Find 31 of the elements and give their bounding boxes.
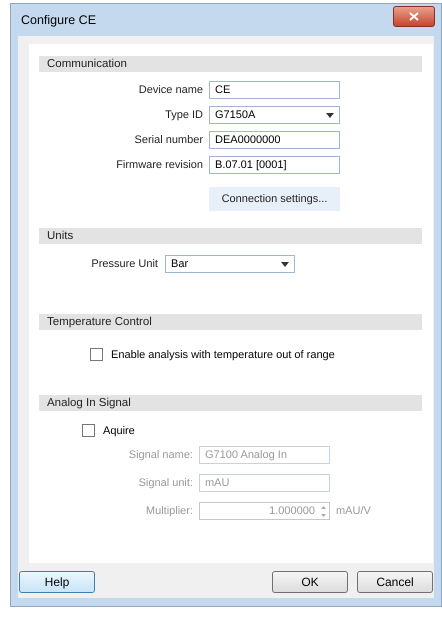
dropdown[interactable]: Bar [165,255,295,273]
dialog-button[interactable]: Help [19,571,95,593]
checkbox-label: Enable analysis with temperature out of range [111,348,335,360]
checkbox-label: Aquire [103,424,135,436]
field-label: Firmware revision [115,159,203,171]
dialog-button[interactable]: Cancel [357,571,433,593]
input-field[interactable]: CE [209,81,340,99]
checkbox[interactable] [90,348,103,361]
unit-label: mAU/V [336,505,372,517]
dialog-button[interactable]: OK [272,571,348,593]
close-icon[interactable] [409,12,419,20]
dropdown-arrow-icon[interactable] [326,112,334,118]
close-button[interactable] [393,6,435,26]
field-label: Device name [138,84,203,96]
input-field[interactable]: DEA0000000 [209,131,340,149]
section-header: Communication [39,56,422,72]
connection-settings-button[interactable]: Connection settings... [209,187,340,211]
field-label: Type ID [164,109,203,121]
input-field[interactable]: B.07.01 [0001] [209,156,340,174]
field-label: Signal name: [128,449,193,461]
field-label: Multiplier: [144,505,193,517]
field-label: Pressure Unit [90,258,158,270]
window-title: Configure CE [21,13,96,27]
field-label: Signal unit: [138,477,193,489]
section-header: Units [39,228,422,244]
dropdown[interactable]: G7150A [209,106,340,124]
checkbox[interactable] [82,424,95,437]
section-header: Temperature Control [39,314,422,330]
section-header: Analog In Signal [39,395,422,411]
dropdown-arrow-icon[interactable] [281,262,289,266]
field-label: Serial number [134,134,203,146]
